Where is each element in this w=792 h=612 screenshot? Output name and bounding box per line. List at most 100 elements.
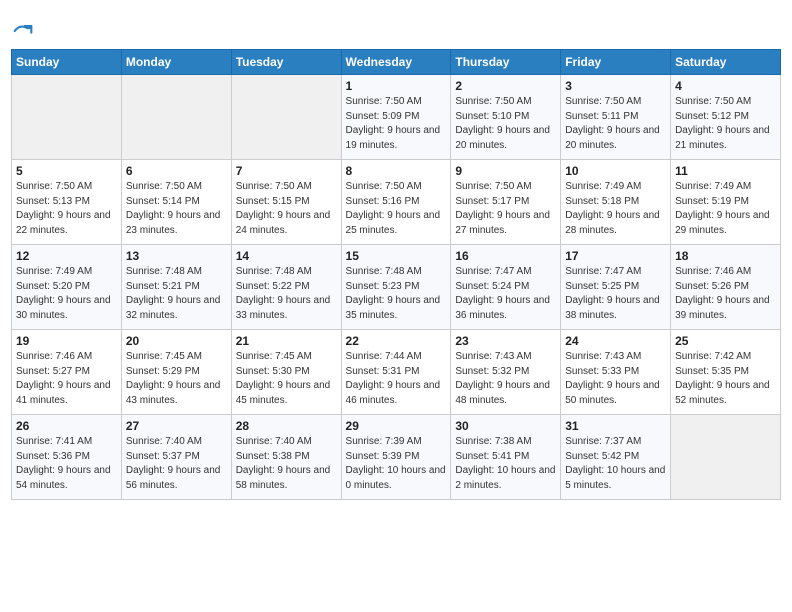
weekday-header-tuesday: Tuesday (231, 50, 341, 75)
calendar-cell: 7 Sunrise: 7:50 AMSunset: 5:15 PMDaylight… (231, 160, 341, 245)
day-number: 22 (346, 334, 447, 348)
cell-detail: Sunrise: 7:45 AMSunset: 5:29 PMDaylight:… (126, 350, 227, 408)
day-number: 4 (675, 79, 776, 93)
cell-detail: Sunrise: 7:48 AMSunset: 5:22 PMDaylight:… (236, 265, 337, 323)
calendar-cell: 16 Sunrise: 7:47 AMSunset: 5:24 PMDayligh… (451, 245, 561, 330)
cell-detail: Sunrise: 7:50 AMSunset: 5:15 PMDaylight:… (236, 180, 337, 238)
cell-detail: Sunrise: 7:50 AMSunset: 5:09 PMDaylight:… (346, 95, 447, 153)
cell-detail: Sunrise: 7:50 AMSunset: 5:12 PMDaylight:… (675, 95, 776, 153)
weekday-header-wednesday: Wednesday (341, 50, 451, 75)
calendar-cell: 17Sunrise: 7:47 AMSunset: 5:25 PMDayligh… (561, 245, 671, 330)
calendar-cell: 26Sunrise: 7:41 AMSunset: 5:36 PMDayligh… (12, 415, 122, 500)
calendar-cell: 29 Sunrise: 7:39 AMSunset: 5:39 PMDayligh… (341, 415, 451, 500)
cell-detail: Sunrise: 7:39 AMSunset: 5:39 PMDaylight:… (346, 435, 447, 493)
calendar-cell: 22Sunrise: 7:44 AMSunset: 5:31 PMDayligh… (341, 330, 451, 415)
calendar-cell: 11Sunrise: 7:49 AMSunset: 5:19 PMDayligh… (671, 160, 781, 245)
day-number: 21 (236, 334, 337, 348)
calendar-cell: 12 Sunrise: 7:49 AMSunset: 5:20 PMDayligh… (12, 245, 122, 330)
weekday-header-friday: Friday (561, 50, 671, 75)
cell-detail: Sunrise: 7:47 AMSunset: 5:24 PMDaylight:… (455, 265, 556, 323)
day-number: 25 (675, 334, 776, 348)
calendar-cell: 9 Sunrise: 7:50 AMSunset: 5:17 PMDaylight… (451, 160, 561, 245)
calendar-cell: 14 Sunrise: 7:48 AMSunset: 5:22 PMDayligh… (231, 245, 341, 330)
calendar-cell (231, 75, 341, 160)
day-number: 19 (16, 334, 117, 348)
weekday-header-row: SundayMondayTuesdayWednesdayThursdayFrid… (12, 50, 781, 75)
calendar-cell: 2 Sunrise: 7:50 AMSunset: 5:10 PMDaylight… (451, 75, 561, 160)
calendar-cell: 23 Sunrise: 7:43 AMSunset: 5:32 PMDayligh… (451, 330, 561, 415)
logo (11, 20, 33, 41)
header (11, 10, 781, 49)
cell-detail: Sunrise: 7:48 AMSunset: 5:21 PMDaylight:… (126, 265, 227, 323)
calendar-cell: 25 Sunrise: 7:42 AMSunset: 5:35 PMDayligh… (671, 330, 781, 415)
day-number: 7 (236, 164, 337, 178)
day-number: 30 (455, 419, 556, 433)
day-number: 3 (565, 79, 666, 93)
cell-detail: Sunrise: 7:50 AMSunset: 5:13 PMDaylight:… (16, 180, 117, 238)
calendar-cell (12, 75, 122, 160)
calendar-cell: 3 Sunrise: 7:50 AMSunset: 5:11 PMDaylight… (561, 75, 671, 160)
calendar-cell: 18 Sunrise: 7:46 AMSunset: 5:26 PMDayligh… (671, 245, 781, 330)
day-number: 8 (346, 164, 447, 178)
calendar-table: SundayMondayTuesdayWednesdayThursdayFrid… (11, 49, 781, 500)
calendar-week-row: 12 Sunrise: 7:49 AMSunset: 5:20 PMDayligh… (12, 245, 781, 330)
calendar-cell: 20 Sunrise: 7:45 AMSunset: 5:29 PMDayligh… (121, 330, 231, 415)
day-number: 9 (455, 164, 556, 178)
calendar-cell: 31 Sunrise: 7:37 AMSunset: 5:42 PMDayligh… (561, 415, 671, 500)
day-number: 20 (126, 334, 227, 348)
calendar-cell: 1 Sunrise: 7:50 AMSunset: 5:09 PMDaylight… (341, 75, 451, 160)
cell-detail: Sunrise: 7:43 AMSunset: 5:33 PMDaylight:… (565, 350, 666, 408)
day-number: 15 (346, 249, 447, 263)
day-number: 10 (565, 164, 666, 178)
calendar-cell: 10 Sunrise: 7:49 AMSunset: 5:18 PMDayligh… (561, 160, 671, 245)
day-number: 28 (236, 419, 337, 433)
calendar-cell: 19Sunrise: 7:46 AMSunset: 5:27 PMDayligh… (12, 330, 122, 415)
cell-detail: Sunrise: 7:50 AMSunset: 5:17 PMDaylight:… (455, 180, 556, 238)
day-number: 29 (346, 419, 447, 433)
calendar-cell: 4 Sunrise: 7:50 AMSunset: 5:12 PMDaylight… (671, 75, 781, 160)
day-number: 6 (126, 164, 227, 178)
day-number: 1 (346, 79, 447, 93)
logo-area (11, 20, 33, 41)
day-number: 2 (455, 79, 556, 93)
calendar-cell: 28 Sunrise: 7:40 AMSunset: 5:38 PMDayligh… (231, 415, 341, 500)
day-number: 11 (675, 164, 776, 178)
day-number: 12 (16, 249, 117, 263)
day-number: 23 (455, 334, 556, 348)
cell-detail: Sunrise: 7:45 AMSunset: 5:30 PMDaylight:… (236, 350, 337, 408)
day-number: 13 (126, 249, 227, 263)
day-number: 17 (565, 249, 666, 263)
cell-detail: Sunrise: 7:38 AMSunset: 5:41 PMDaylight:… (455, 435, 556, 493)
calendar-cell: 6 Sunrise: 7:50 AMSunset: 5:14 PMDaylight… (121, 160, 231, 245)
calendar-week-row: 26Sunrise: 7:41 AMSunset: 5:36 PMDayligh… (12, 415, 781, 500)
calendar-cell: 21 Sunrise: 7:45 AMSunset: 5:30 PMDayligh… (231, 330, 341, 415)
calendar-cell: 15 Sunrise: 7:48 AMSunset: 5:23 PMDayligh… (341, 245, 451, 330)
day-number: 24 (565, 334, 666, 348)
day-number: 18 (675, 249, 776, 263)
cell-detail: Sunrise: 7:40 AMSunset: 5:38 PMDaylight:… (236, 435, 337, 493)
cell-detail: Sunrise: 7:49 AMSunset: 5:18 PMDaylight:… (565, 180, 666, 238)
cell-detail: Sunrise: 7:37 AMSunset: 5:42 PMDaylight:… (565, 435, 666, 493)
calendar-week-row: 5Sunrise: 7:50 AMSunset: 5:13 PMDaylight… (12, 160, 781, 245)
cell-detail: Sunrise: 7:48 AMSunset: 5:23 PMDaylight:… (346, 265, 447, 323)
cell-detail: Sunrise: 7:50 AMSunset: 5:10 PMDaylight:… (455, 95, 556, 153)
day-number: 16 (455, 249, 556, 263)
cell-detail: Sunrise: 7:43 AMSunset: 5:32 PMDaylight:… (455, 350, 556, 408)
day-number: 31 (565, 419, 666, 433)
calendar-cell (121, 75, 231, 160)
day-number: 27 (126, 419, 227, 433)
cell-detail: Sunrise: 7:46 AMSunset: 5:26 PMDaylight:… (675, 265, 776, 323)
calendar-cell: 13 Sunrise: 7:48 AMSunset: 5:21 PMDayligh… (121, 245, 231, 330)
calendar-week-row: 1 Sunrise: 7:50 AMSunset: 5:09 PMDaylight… (12, 75, 781, 160)
cell-detail: Sunrise: 7:50 AMSunset: 5:14 PMDaylight:… (126, 180, 227, 238)
cell-detail: Sunrise: 7:50 AMSunset: 5:16 PMDaylight:… (346, 180, 447, 238)
cell-detail: Sunrise: 7:41 AMSunset: 5:36 PMDaylight:… (16, 435, 117, 493)
calendar-cell: 24 Sunrise: 7:43 AMSunset: 5:33 PMDayligh… (561, 330, 671, 415)
cell-detail: Sunrise: 7:42 AMSunset: 5:35 PMDaylight:… (675, 350, 776, 408)
day-number: 14 (236, 249, 337, 263)
weekday-header-saturday: Saturday (671, 50, 781, 75)
cell-detail: Sunrise: 7:49 AMSunset: 5:20 PMDaylight:… (16, 265, 117, 323)
cell-detail: Sunrise: 7:40 AMSunset: 5:37 PMDaylight:… (126, 435, 227, 493)
cell-detail: Sunrise: 7:50 AMSunset: 5:11 PMDaylight:… (565, 95, 666, 153)
page-container: SundayMondayTuesdayWednesdayThursdayFrid… (11, 10, 781, 500)
